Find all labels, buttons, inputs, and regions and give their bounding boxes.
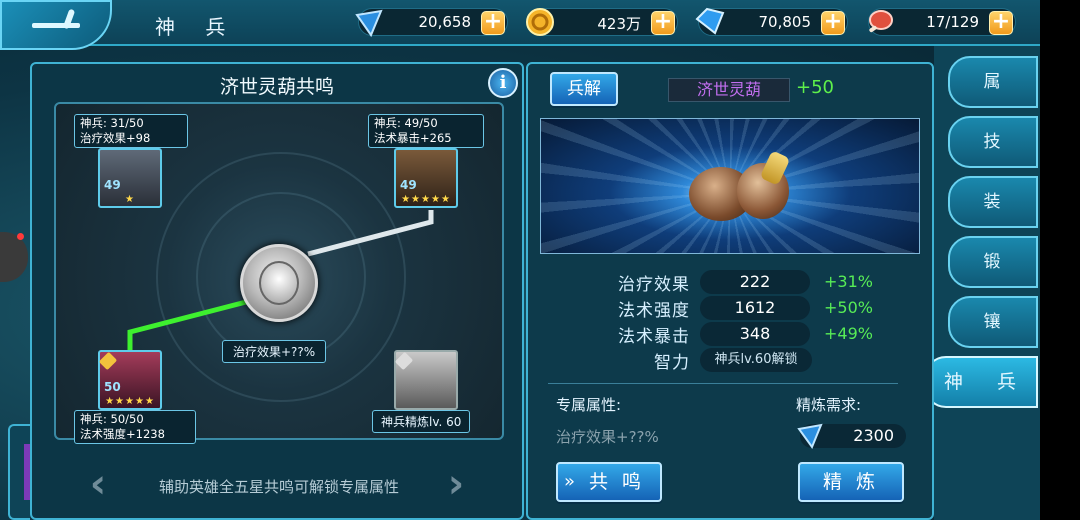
- stat-row: 法术暴击 348 +49%: [556, 322, 916, 347]
- stat-row: 法术强度 1612 +50%: [556, 296, 916, 321]
- refine-button[interactable]: 精 炼: [798, 462, 904, 502]
- node-bonus: 治疗效果+98: [80, 131, 151, 145]
- stat-bonus: +49%: [824, 324, 873, 343]
- hero-level: 49: [400, 178, 417, 192]
- tab-forge[interactable]: 锻 造: [948, 236, 1038, 320]
- exclusive-attr-value: 治疗效果+??%: [556, 428, 659, 446]
- resonate-label: 共 鸣: [588, 471, 646, 493]
- stat-label: 治疗效果: [618, 275, 690, 295]
- page-title: 神 兵: [155, 15, 238, 39]
- stat-label: 法术强度: [618, 301, 690, 321]
- resource-value: 423万: [597, 15, 641, 33]
- weapon-name: 济世灵葫: [668, 78, 790, 102]
- weapon-plus-level: +50: [796, 77, 834, 98]
- disassemble-button[interactable]: 兵解: [550, 72, 618, 106]
- unlock-hint: 辅助英雄全五星共鸣可解锁专属属性: [158, 478, 399, 496]
- diamond-gem-icon: [695, 7, 725, 35]
- stat-label: 智力: [654, 353, 690, 373]
- add-crystal-button[interactable]: +: [481, 11, 505, 35]
- node-info-bottom-left: 神兵: 50/50 法术强度+1238: [74, 410, 196, 444]
- resource-diamond: 70,805 +: [695, 7, 848, 36]
- chevron-right-icon[interactable]: ›: [440, 464, 472, 506]
- hero-stars: ★★★★★: [105, 396, 155, 407]
- blue-crystal-icon: [797, 423, 823, 450]
- stat-bonus: +50%: [824, 298, 873, 317]
- weapon-showcase: [540, 118, 920, 254]
- locked-hero-portrait[interactable]: [394, 350, 458, 410]
- link-line-top-right: [307, 210, 434, 257]
- back-arrow-icon: [26, 17, 86, 33]
- pen-badge-icon: [394, 351, 414, 371]
- arrow-icon: »: [564, 471, 580, 492]
- stat-value: 神兵lv.60解锁: [700, 348, 812, 372]
- resource-stamina: 17/129 +: [868, 8, 1016, 36]
- stat-label: 法术暴击: [618, 327, 690, 347]
- node-bonus: 法术暴击+265: [374, 131, 452, 145]
- notification-dot: [17, 233, 24, 240]
- screen-edge: [1040, 0, 1080, 520]
- resource-value: 17/129: [926, 13, 979, 31]
- node-progress: 神兵: 50/50: [80, 412, 144, 426]
- center-bonus-label: 治疗效果+??%: [222, 340, 327, 363]
- center-hero-orb[interactable]: [240, 244, 318, 322]
- hero-portrait-top-left[interactable]: 49 ★: [98, 148, 162, 208]
- hero-level: 50: [104, 380, 121, 394]
- stat-row: 治疗效果 222 +31%: [556, 270, 916, 295]
- tab-skills[interactable]: 技 能: [948, 116, 1038, 200]
- add-stamina-button[interactable]: +: [989, 11, 1013, 35]
- tab-equipment[interactable]: 装 备: [948, 176, 1038, 260]
- hero-stars: ★★★★★: [401, 194, 451, 205]
- gold-coin-icon: [526, 8, 554, 36]
- stat-bonus: +31%: [824, 272, 873, 291]
- add-gold-button[interactable]: +: [651, 11, 675, 35]
- resource-crystal: 20,658 +: [355, 8, 508, 38]
- resource-value: 20,658: [418, 13, 472, 31]
- add-diamond-button[interactable]: +: [821, 11, 845, 35]
- resonate-button[interactable]: » 共 鸣: [556, 462, 662, 502]
- resource-gold: 423万 +: [526, 8, 678, 36]
- pen-badge-icon: [98, 351, 118, 371]
- back-button[interactable]: [0, 0, 112, 50]
- tab-divine-weapon[interactable]: 神 兵: [924, 356, 1038, 408]
- divider: [548, 383, 898, 384]
- hero-portrait-bottom-left[interactable]: 50 ★★★★★: [98, 350, 162, 410]
- info-icon[interactable]: i: [488, 68, 518, 98]
- resonance-panel: 济世灵葫共鸣 i 神兵: 31/50 治疗效果+98 49 ★ 神兵: 49/5…: [30, 62, 524, 520]
- stat-value: 348: [700, 322, 810, 346]
- stat-row: 智力 神兵lv.60解锁: [556, 348, 916, 373]
- hero-stars: ★: [125, 194, 135, 205]
- resonance-title: 济世灵葫共鸣: [219, 76, 334, 98]
- stat-value: 1612: [700, 296, 810, 320]
- node-info-top-left: 神兵: 31/50 治疗效果+98: [74, 114, 188, 148]
- node-bonus: 法术强度+1238: [80, 427, 165, 441]
- tab-inlay[interactable]: 镶 嵌: [948, 296, 1038, 380]
- exclusive-attr-label: 专属属性:: [556, 396, 622, 414]
- resource-value: 70,805: [758, 13, 812, 31]
- refine-req-label: 精炼需求:: [796, 396, 862, 414]
- stat-value: 222: [700, 270, 810, 294]
- hero-level: 49: [104, 178, 121, 192]
- meat-stamina-icon: [869, 10, 893, 33]
- node-progress: 神兵: 31/50: [80, 116, 144, 130]
- node-progress: 神兵: 49/50: [374, 116, 438, 130]
- node-info-top-right: 神兵: 49/50 法术暴击+265: [368, 114, 484, 148]
- refine-level-label: 神兵精炼lv. 60: [372, 410, 471, 433]
- hero-portrait-top-right[interactable]: 49 ★★★★★: [394, 148, 458, 208]
- blue-crystal-icon: [355, 9, 383, 38]
- tab-attributes[interactable]: 属 性: [948, 56, 1038, 140]
- hero-face-icon: [259, 261, 299, 305]
